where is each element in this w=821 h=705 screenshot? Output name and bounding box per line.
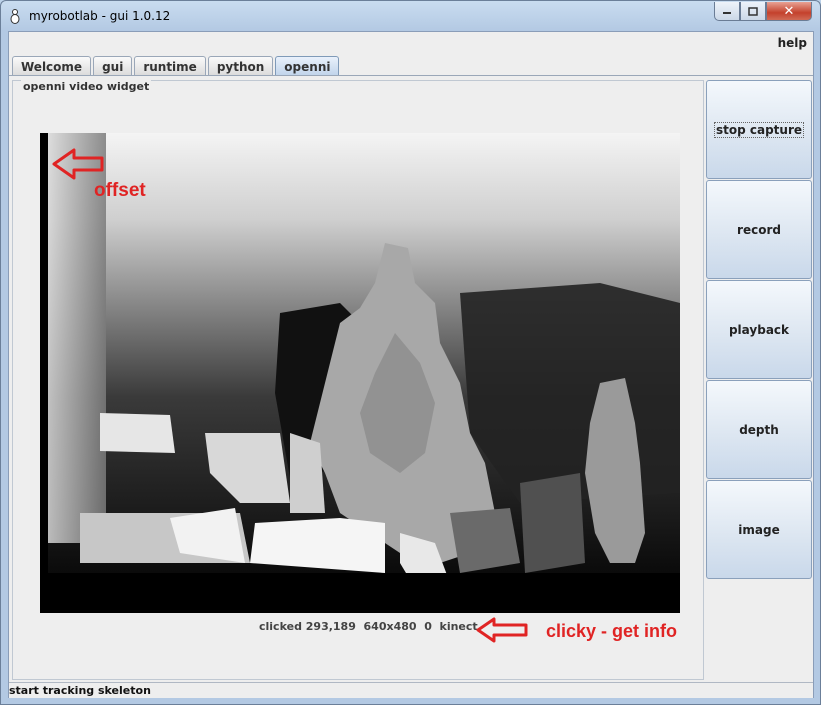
click-info-label: clicked 293,189 640x480 0 kinect [259, 620, 478, 633]
status-text: start tracking skeleton [9, 684, 151, 697]
depth-image [40, 133, 680, 613]
minimize-button[interactable] [714, 2, 740, 21]
offset-annotation: offset [94, 180, 146, 201]
app-window: myrobotlab - gui 1.0.12 ✕ help Welcome g… [0, 0, 821, 705]
playback-button[interactable]: playback [706, 280, 812, 379]
panel-title: openni video widget [21, 80, 152, 93]
depth-label: depth [739, 422, 779, 437]
client-area: help Welcome gui runtime python openni o… [8, 31, 814, 698]
minimize-icon [723, 12, 731, 14]
clicky-arrow-icon [476, 617, 528, 643]
tab-welcome[interactable]: Welcome [12, 56, 92, 76]
stop-capture-button[interactable]: stop capture [706, 80, 812, 179]
title-bar[interactable]: myrobotlab - gui 1.0.12 ✕ [1, 1, 820, 31]
record-label: record [737, 222, 781, 237]
playback-label: playback [728, 322, 790, 337]
video-widget-panel: openni video widget clicked 293,189 640x… [12, 80, 704, 680]
image-label: image [738, 522, 780, 537]
tab-python[interactable]: python [207, 56, 274, 76]
tab-strip: Welcome gui runtime python openni [12, 56, 341, 76]
app-icon [10, 9, 20, 24]
depth-video-frame[interactable] [40, 133, 680, 613]
status-bar: start tracking skeleton [9, 682, 813, 698]
tab-gui[interactable]: gui [93, 56, 133, 76]
offset-arrow-icon [52, 148, 104, 180]
tab-divider [9, 75, 813, 76]
stop-capture-label: stop capture [713, 121, 805, 138]
image-button[interactable]: image [706, 480, 812, 579]
maximize-button[interactable] [740, 2, 766, 21]
close-button[interactable]: ✕ [766, 2, 812, 21]
window-title: myrobotlab - gui 1.0.12 [29, 9, 171, 23]
clicky-annotation: clicky - get info [546, 621, 678, 641]
tab-runtime[interactable]: runtime [134, 56, 206, 76]
close-icon: ✕ [783, 3, 795, 19]
help-menu[interactable]: help [778, 36, 807, 50]
menu-bar: help [9, 32, 813, 54]
depth-button[interactable]: depth [706, 380, 812, 479]
maximize-icon [748, 6, 758, 16]
record-button[interactable]: record [706, 180, 812, 279]
control-buttons: stop capture record playback depth image [706, 80, 812, 580]
tab-openni[interactable]: openni [275, 56, 340, 76]
